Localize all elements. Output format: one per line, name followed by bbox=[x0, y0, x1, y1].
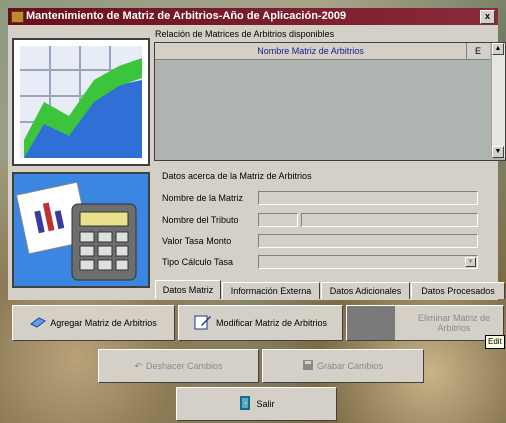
tipo-calculo-select[interactable]: ▼ bbox=[258, 255, 478, 269]
edit-matrix-label: Modificar Matriz de Arbitrios bbox=[215, 318, 328, 328]
window-title: Mantenimiento de Matriz de Arbitrios-Año… bbox=[26, 10, 347, 22]
tab-informacion-externa[interactable]: Información Externa bbox=[222, 282, 320, 299]
chevron-down-icon[interactable]: ▼ bbox=[465, 257, 476, 267]
scroll-down-icon[interactable]: ▼ bbox=[492, 146, 504, 158]
grid-header: Nombre Matriz de Arbitrios E bbox=[155, 43, 490, 60]
grid-vertical-scrollbar[interactable]: ▲ ▼ bbox=[491, 43, 505, 158]
close-button[interactable]: x bbox=[480, 10, 495, 24]
save-changes-button[interactable]: Grabar Cambios bbox=[262, 349, 424, 383]
app-icon bbox=[11, 11, 24, 23]
valor-tasa-field[interactable] bbox=[258, 234, 478, 248]
delete-matrix-button[interactable]: Eliminar Matriz de Arbitrios bbox=[346, 305, 504, 341]
delete-matrix-label: Eliminar Matriz de Arbitrios bbox=[417, 313, 491, 333]
tributo-code-field[interactable] bbox=[258, 213, 298, 227]
edit-matrix-button[interactable]: Modificar Matriz de Arbitrios bbox=[178, 305, 343, 341]
details-section-label: Datos acerca de la Matriz de Arbitrios bbox=[162, 171, 312, 181]
tab-datos-adicionales[interactable]: Datos Adicionales bbox=[321, 282, 410, 299]
exit-button[interactable]: Salir bbox=[176, 387, 337, 421]
nombre-tributo-label: Nombre del Tributo bbox=[162, 215, 239, 225]
chart-image bbox=[12, 38, 150, 166]
nombre-matriz-label: Nombre de la Matriz bbox=[162, 193, 244, 203]
tab-datos-matriz[interactable]: Datos Matriz bbox=[155, 280, 221, 299]
add-icon bbox=[30, 316, 47, 330]
save-icon bbox=[302, 360, 313, 372]
title-bar: Mantenimiento de Matriz de Arbitrios-Año… bbox=[8, 8, 498, 25]
undo-icon: ↶ bbox=[134, 360, 142, 371]
column-header-e[interactable]: E bbox=[467, 43, 489, 59]
nombre-tributo-field[interactable] bbox=[301, 213, 478, 227]
calculator-icon bbox=[14, 174, 148, 286]
undo-changes-label: Deshacer Cambios bbox=[146, 361, 223, 371]
column-header-nombre[interactable]: Nombre Matriz de Arbitrios bbox=[155, 43, 467, 59]
edit-icon bbox=[194, 314, 212, 332]
tipo-calculo-label: Tipo Cálculo Tasa bbox=[162, 257, 234, 267]
calculator-image bbox=[12, 172, 150, 288]
nombre-matriz-field[interactable] bbox=[258, 191, 478, 205]
tooltip: Edit bbox=[485, 335, 505, 349]
add-matrix-button[interactable]: Agregar Matriz de Arbitrios bbox=[12, 305, 175, 341]
exit-label: Salir bbox=[256, 399, 275, 409]
app-window: Mantenimiento de Matriz de Arbitrios-Año… bbox=[0, 0, 506, 423]
chart-icon bbox=[20, 46, 142, 158]
add-matrix-label: Agregar Matriz de Arbitrios bbox=[50, 318, 157, 328]
valor-tasa-label: Valor Tasa Monto bbox=[162, 236, 232, 246]
list-section-label: Relación de Matrices de Arbitrios dispon… bbox=[155, 29, 335, 39]
scroll-up-icon[interactable]: ▲ bbox=[492, 43, 504, 55]
matrices-grid[interactable]: Nombre Matriz de Arbitrios E ▲ ▼ bbox=[154, 42, 506, 161]
tab-datos-procesados[interactable]: Datos Procesados bbox=[411, 282, 505, 299]
save-changes-label: Grabar Cambios bbox=[316, 361, 384, 371]
delete-image-placeholder bbox=[347, 306, 395, 340]
exit-door-icon bbox=[238, 395, 252, 413]
undo-changes-button[interactable]: ↶ Deshacer Cambios bbox=[98, 349, 259, 383]
